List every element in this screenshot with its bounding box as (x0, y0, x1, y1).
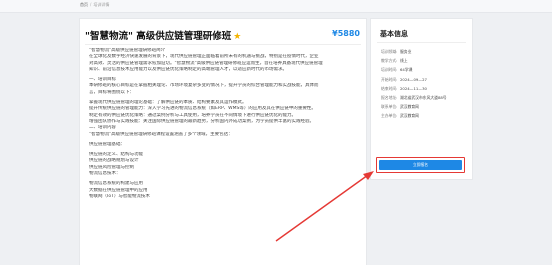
course-title-text: "智慧物流" 高级供应链管理研修班 (85, 31, 232, 42)
course-title: "智慧物流" 高级供应链管理研修班 ★ (85, 28, 325, 42)
info-label: 教学方式: (381, 58, 398, 64)
info-label: 开始时间: (381, 76, 398, 82)
info-value: 64学课 (400, 67, 413, 73)
breadcrumb: 首页 / 培训详情 (80, 2, 109, 8)
info-label: 联系单位: (381, 104, 398, 110)
breadcrumb-home-link[interactable]: 首页 (80, 2, 88, 7)
description-line: 物联网（IoT）与智能物流技术 (89, 193, 150, 199)
info-row: 教学方式: 线上 (381, 56, 469, 65)
info-label: 主办单位: (381, 113, 398, 119)
info-row: 报名地址: 湖北省武汉市东风大道88号 (381, 93, 469, 102)
info-label: 结束时间: (381, 85, 398, 91)
enroll-highlight-box: 立即报名 (376, 157, 465, 173)
info-value: 2024—09—27 (400, 76, 427, 82)
title-divider (85, 44, 361, 45)
breadcrumb-current: 培训详情 (93, 2, 110, 7)
info-label: 报名地址: (381, 94, 398, 100)
basic-info-divider (377, 42, 466, 43)
course-price: ¥5880 (332, 29, 360, 38)
breadcrumb-separator: / (90, 2, 92, 7)
info-row: 开始时间: 2024—09—27 (381, 75, 469, 84)
info-value: 服务业 (400, 49, 412, 54)
info-value: 湖北省武汉市东风大道88号 (400, 94, 447, 100)
top-bar: 首页 / 培训详情 (0, 0, 552, 13)
info-row: 培训时间: 64学课 (381, 65, 469, 74)
enroll-button[interactable]: 立即报名 (379, 160, 462, 170)
course-detail-card: "智慧物流" 高级供应链管理研修班 ★ ¥5880 "智慧物流"高级供应链管理研修… (79, 18, 367, 265)
course-description: "智慧物流"高级供应链管理研修班简介 在全球化及数字经济快速发展的背景下，现代供应… (89, 48, 363, 200)
star-icon[interactable]: ★ (233, 32, 241, 42)
basic-info-title: 基本信息 (380, 30, 408, 38)
info-row: 联系单位: 武汉教育网 (381, 102, 469, 111)
info-value: 2024—11—30 (400, 85, 427, 91)
description-line: 对高效、灵活的供应链管理需求愈加迫切。"智慧物流"高级供应链管理研修班应运而生，… (89, 60, 323, 66)
info-label: 培训领域: (381, 49, 398, 54)
basic-info-list: 培训领域: 服务业 教学方式: 线上 培训时间: 64学课 开始时间: 2024—09—27 结… (381, 47, 469, 121)
info-value: 武汉教育网 (400, 113, 419, 119)
info-row: 主办单位: 武汉教育网 (381, 111, 469, 120)
info-label: 培训时间: (381, 67, 398, 73)
info-row: 结束时间: 2024—11—30 (381, 84, 469, 93)
basic-info-card: 基本信息 培训领域: 服务业 教学方式: 线上 培训时间: 64学课 开始时间: 2024—0… (370, 18, 473, 180)
info-row: 培训领域: 服务业 (381, 47, 469, 56)
info-value: 线上 (400, 58, 408, 64)
info-value: 武汉教育网 (400, 104, 419, 110)
